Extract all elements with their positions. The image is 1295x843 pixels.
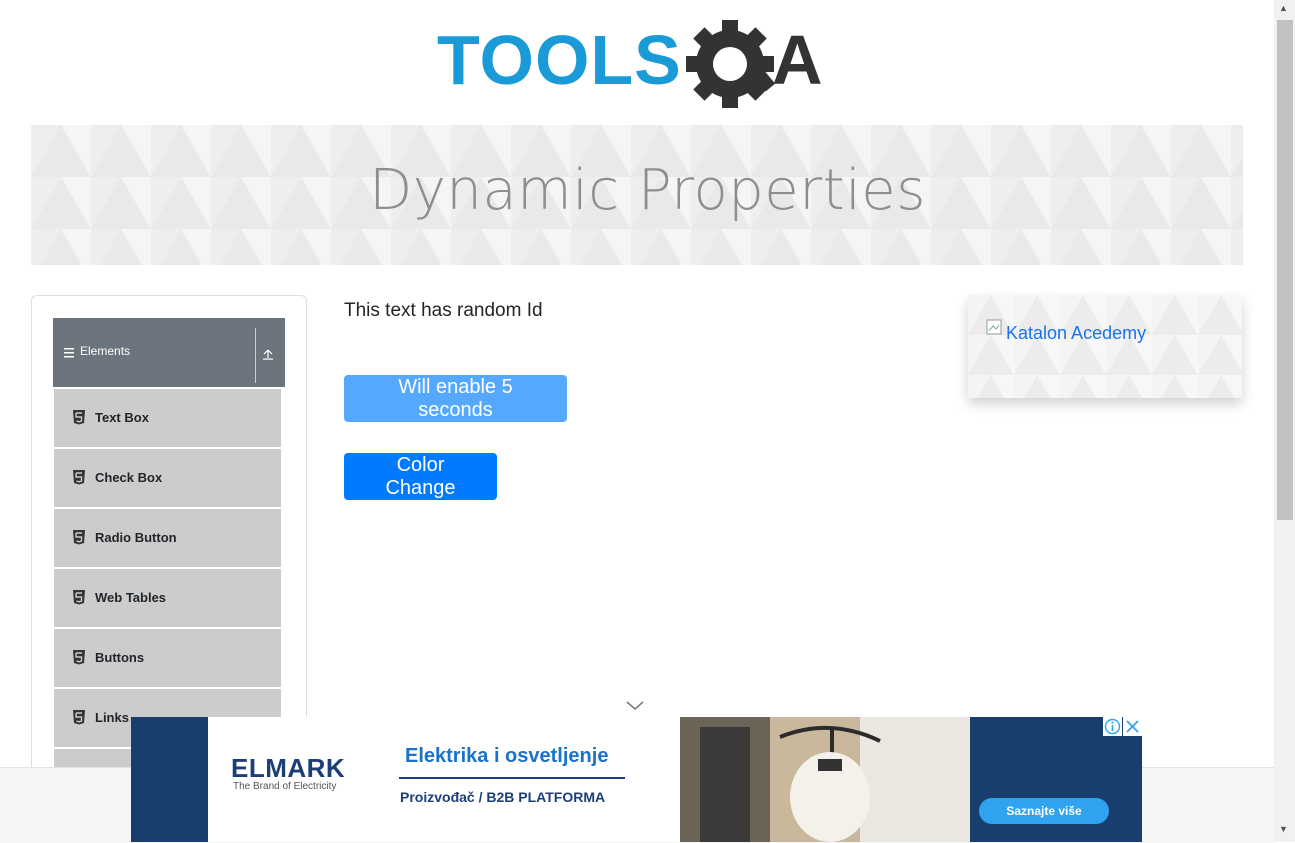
sidebar-item-label: Radio Button bbox=[95, 530, 177, 545]
svg-text:TOOLS: TOOLS bbox=[437, 21, 682, 99]
chevron-down-icon[interactable] bbox=[625, 700, 645, 712]
menu-icon bbox=[64, 348, 74, 358]
elmark-logo: ELMARK bbox=[231, 753, 346, 783]
toolsqa-logo[interactable]: TOOLS A bbox=[437, 18, 841, 114]
sidebar-item-label: Check Box bbox=[95, 470, 163, 485]
sidebar-item-check-box[interactable]: Check Box bbox=[54, 449, 281, 507]
ad-cta-button[interactable]: Saznajte više bbox=[979, 798, 1109, 824]
ad-subline: Proizvođač / B2B PLATFORMA bbox=[400, 789, 606, 805]
info-icon[interactable] bbox=[1103, 717, 1122, 736]
gear-icon bbox=[686, 20, 776, 108]
scroll-up-arrow-icon[interactable]: ▲ bbox=[1279, 3, 1288, 13]
scrollbar-thumb[interactable] bbox=[1277, 20, 1293, 520]
sidebar-item-label: Web Tables bbox=[95, 590, 167, 605]
page-title: Dynamic Properties bbox=[369, 158, 926, 223]
html5-icon bbox=[73, 710, 85, 725]
ad-edge bbox=[131, 717, 208, 842]
sidebar-group-elements[interactable]: Elements bbox=[53, 318, 285, 387]
sidebar-item-web-tables[interactable]: Web Tables bbox=[54, 569, 281, 627]
scrollbar[interactable]: ▲ ▼ bbox=[1274, 0, 1295, 842]
html5-icon bbox=[73, 410, 85, 425]
katalon-ad-link[interactable]: Katalon Acedemy bbox=[1006, 323, 1146, 344]
side-ad[interactable]: Katalon Acedemy bbox=[968, 295, 1242, 398]
elmark-tagline: The Brand of Electricity bbox=[233, 781, 337, 792]
ad-pattern bbox=[968, 295, 1242, 398]
html5-icon bbox=[73, 470, 85, 485]
sidebar-item-label: Text Box bbox=[95, 410, 149, 425]
bottom-ad-banner[interactable]: ELMARK The Brand of Electricity Elektrik… bbox=[131, 717, 1142, 842]
sidebar-item-label: Buttons bbox=[95, 650, 145, 665]
broken-image-icon bbox=[986, 319, 1002, 335]
sidebar-item-buttons[interactable]: Buttons bbox=[54, 629, 281, 687]
close-icon[interactable] bbox=[1123, 717, 1142, 736]
sidebar-item-radio-button[interactable]: Radio Button bbox=[54, 509, 281, 567]
ad-headline: Elektrika i osvetljenje bbox=[405, 745, 609, 767]
sidebar-group-label: Elements bbox=[80, 344, 131, 358]
random-id-text: This text has random Id bbox=[344, 300, 543, 321]
divider bbox=[255, 328, 256, 383]
scroll-down-arrow-icon[interactable]: ▼ bbox=[1279, 824, 1288, 834]
sidebar-item-text-box[interactable]: Text Box bbox=[54, 389, 281, 447]
collapse-up-icon[interactable] bbox=[262, 348, 274, 360]
html5-icon bbox=[73, 530, 85, 545]
color-change-button[interactable]: Color Change bbox=[344, 453, 497, 500]
enable-after-button[interactable]: Will enable 5 seconds bbox=[344, 375, 567, 422]
html5-icon bbox=[73, 650, 85, 665]
sidebar-item-label: Links bbox=[95, 710, 129, 725]
divider bbox=[399, 777, 625, 779]
html5-icon bbox=[73, 590, 85, 605]
svg-text:A: A bbox=[772, 21, 823, 99]
